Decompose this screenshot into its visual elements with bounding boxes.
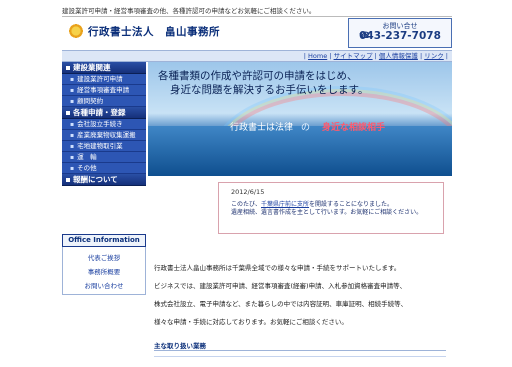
nav-link-links[interactable]: リンク: [424, 52, 444, 60]
intro-line-4: 様々な申請・手続に対応しております。お気軽にご相談ください。: [154, 318, 348, 326]
hero-caption-accent: 身近な相談相手: [322, 123, 386, 133]
sidebar-item-company-setup[interactable]: 会社設立手続き: [62, 119, 146, 130]
intro-line-1: 行政書士法人畠山事務所は千葉県全域での様々な申請・手続をサポートいたします。: [154, 264, 401, 272]
intro-body: 行政書士法人畠山事務所は千葉県全域での様々な申請・手続をサポートいたします。 ビ…: [154, 262, 450, 362]
hero-caption-mid: の: [301, 123, 311, 133]
news-date: 2012/6/15: [231, 188, 265, 196]
square-bullet-icon: [66, 111, 70, 115]
top-nav-links: | Home | サイトマップ | 個人情報保護 | リンク |: [303, 52, 448, 60]
site-logo-text[interactable]: 行政書士法人 畠山事務所: [88, 24, 220, 39]
sidebar-section-label: 報酬について: [73, 175, 118, 184]
top-nav-bar: | Home | サイトマップ | 個人情報保護 | リンク |: [62, 50, 452, 62]
square-bullet-icon: [66, 66, 70, 70]
info-link-office-overview[interactable]: 事務所概要: [63, 265, 145, 279]
sidebar-section-fees[interactable]: 報酬について: [62, 174, 146, 186]
hero-banner: 各種書類の作成や許認可の申請をはじめ、 身近な問題を解決するお手伝いをします。 …: [148, 62, 452, 176]
hero-caption: 行政書士は法律の 身近な相談相手: [230, 120, 385, 133]
sea-graphic: [148, 126, 452, 176]
page-container: 建設業許可申請・経営事項審査の他、各種許認可の申請などお気軽にご相談ください。 …: [62, 6, 452, 358]
sidebar-section-applications[interactable]: 各種申請・登録: [62, 107, 146, 119]
sidebar-item-real-estate[interactable]: 宅地建物取引業: [62, 141, 146, 152]
sidebar-item-waste-transport[interactable]: 産業廃棄物収集運搬: [62, 130, 146, 141]
hero-line-2: 身近な問題を解決するお手伝いをします。: [170, 84, 369, 96]
nav-link-home[interactable]: Home: [308, 52, 327, 60]
top-tagline: 建設業許可申請・経営事項審査の他、各種許認可の申請などお気軽にご相談ください。: [62, 6, 452, 17]
sidebar-section-construction[interactable]: 建設業関連: [62, 62, 146, 74]
sidebar-item-transport[interactable]: 運 輸: [62, 152, 146, 163]
news-box: 2012/6/15 このたび、千葉県庁前に支所を開設することになりました。 遺産…: [218, 182, 444, 234]
sidebar-item-construction-permit[interactable]: 建設業許可申請: [62, 74, 146, 85]
sidebar-item-management-review[interactable]: 経営事項審査申請: [62, 85, 146, 96]
phone-number: 043-237-7078: [359, 30, 441, 42]
site-header: 行政書士法人 畠山事務所 お問い合せ ☎ 043-237-7078: [62, 18, 452, 48]
info-link-contact[interactable]: お問い合わせ: [63, 279, 145, 293]
intro-line-3: 株式会社設立、電子申請など、また暮らしの中では内容証明、車庫証明、相続手続等、: [154, 300, 408, 308]
sidebar-section-label: 各種申請・登録: [73, 108, 126, 117]
sidebar-section-label: 建設業関連: [73, 63, 111, 72]
hero-line-1: 各種書類の作成や許認可の申請をはじめ、: [158, 70, 358, 82]
intro-line-2: ビジネスでは、建設業許可申請、経営事項審査(経審)申請、入札参加資格審査申請等、: [154, 282, 407, 290]
office-info-heading: Office Information: [62, 234, 146, 247]
sidebar-item-advisory-contract[interactable]: 顧問契約: [62, 96, 146, 107]
phone-contact-box: お問い合せ ☎ 043-237-7078: [348, 18, 452, 48]
services-heading: 主な取り扱い業務: [154, 340, 446, 351]
nav-link-sitemap[interactable]: サイトマップ: [334, 52, 373, 60]
sidebar-item-other[interactable]: その他: [62, 163, 146, 174]
news-text-2: 遺産相続、遺言書作成を主として行います。お気軽にご相談ください。: [231, 209, 423, 216]
nav-link-privacy[interactable]: 個人情報保護: [379, 52, 418, 60]
info-link-greeting[interactable]: 代表ご挨拶: [63, 251, 145, 265]
office-info-box: 代表ご挨拶 事務所概要 お問い合わせ: [62, 247, 146, 295]
square-bullet-icon: [66, 178, 70, 182]
hero-caption-left: 行政書士は法律: [230, 123, 294, 133]
sidebar: 建設業関連 建設業許可申請 経営事項審査申請 顧問契約 各種申請・登録 会社設立…: [62, 62, 146, 358]
sun-logo-icon: [68, 23, 84, 39]
